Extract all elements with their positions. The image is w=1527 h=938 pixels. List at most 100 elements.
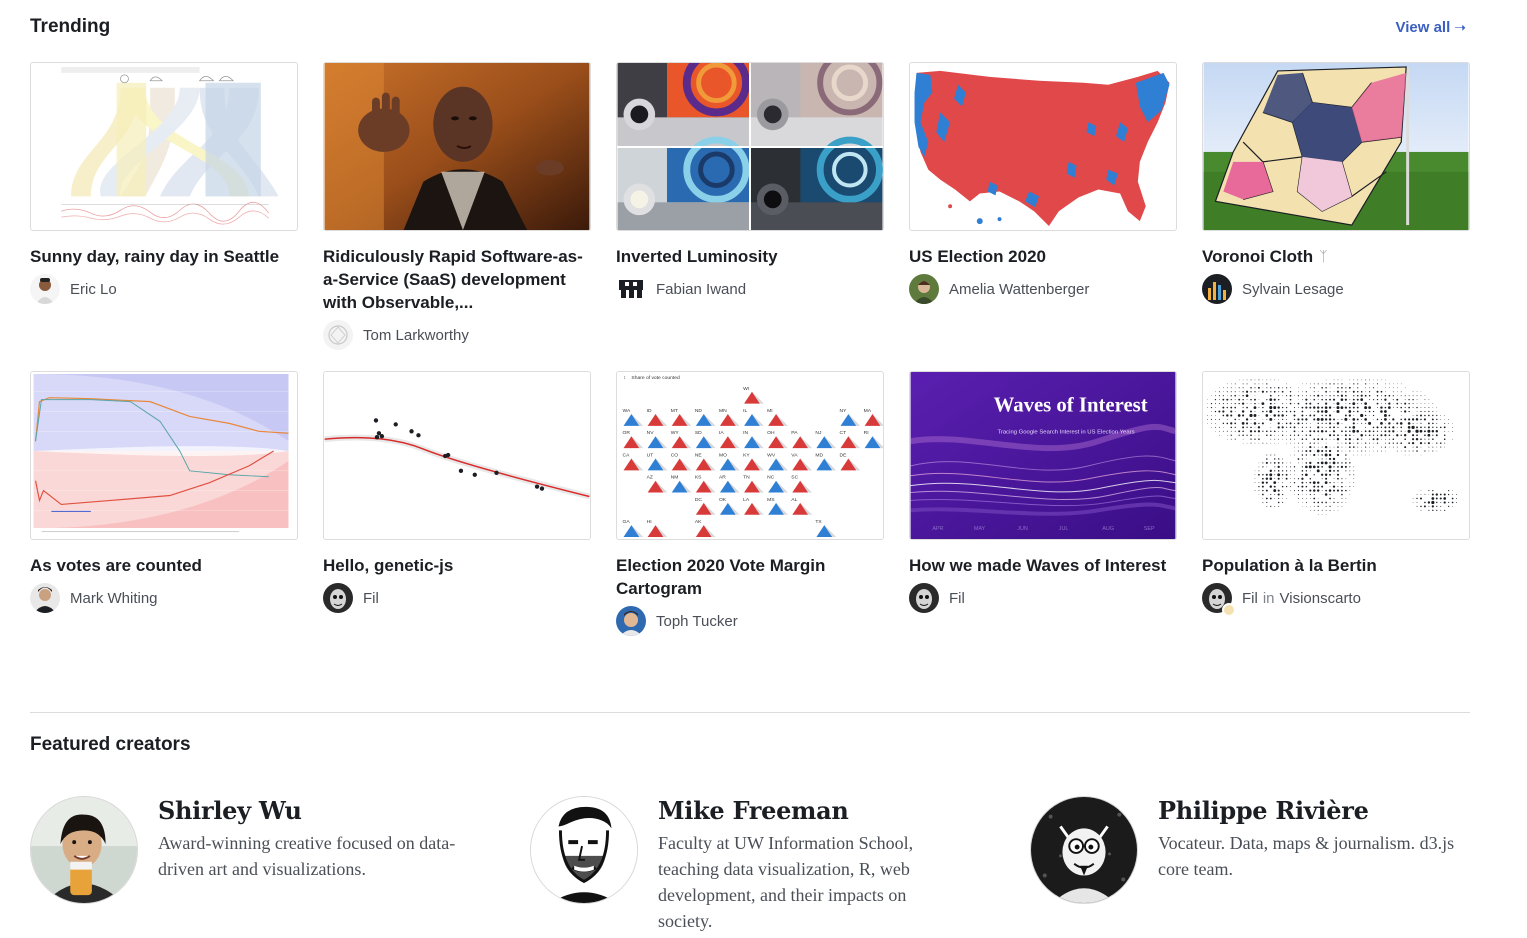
population-dot: [1428, 509, 1430, 511]
population-dot: [1337, 387, 1339, 389]
creator-card[interactable]: Shirley Wu Award-winning creative focuse…: [30, 796, 490, 936]
notebook-title[interactable]: Population à la Bertin: [1202, 554, 1470, 577]
population-dot: [1420, 407, 1422, 408]
population-dot: [1353, 395, 1355, 397]
population-dot: [1273, 462, 1276, 464]
notebook-card[interactable]: Hello, genetic-js Fil: [323, 371, 591, 613]
population-dot: [1254, 411, 1256, 412]
population-dot: [1289, 402, 1292, 405]
notebook-card[interactable]: Inverted Luminosity Fabian Iwand: [616, 62, 884, 304]
population-dot: [1254, 383, 1256, 385]
notebook-card[interactable]: Ridiculously Rapid Software-as-a-Service…: [323, 62, 591, 350]
notebook-title[interactable]: As votes are counted: [30, 554, 298, 577]
view-all-link[interactable]: View all ➝: [1396, 19, 1467, 36]
notebook-card[interactable]: Sunny day, rainy day in Seattle Eric Lo: [30, 62, 298, 304]
population-dot: [1230, 399, 1232, 401]
population-dot: [1261, 485, 1264, 488]
notebook-author[interactable]: Tom Larkworthy: [323, 320, 591, 350]
notebook-card[interactable]: Voronoi Cloth ᛉ Sylvain Lesage: [1202, 62, 1470, 304]
population-dot: [1281, 414, 1284, 417]
population-dot: [1312, 481, 1316, 485]
creator-avatar[interactable]: [530, 796, 638, 904]
notebook-thumbnail[interactable]: ↕ Share of vote counted WIVTNHWAIDMTNDMN…: [616, 371, 884, 540]
notebook-author[interactable]: Fil: [909, 583, 1177, 613]
notebook-title[interactable]: Sunny day, rainy day in Seattle: [30, 245, 298, 268]
population-dot: [1349, 482, 1351, 484]
population-dot: [1356, 398, 1359, 401]
population-dot: [1349, 383, 1351, 385]
notebook-thumbnail[interactable]: [30, 62, 298, 231]
notebook-thumbnail[interactable]: [1202, 371, 1470, 540]
author-name: Amelia Wattenberger: [949, 280, 1090, 298]
notebook-card[interactable]: Population à la Bertin Fil in Visionscar…: [1202, 371, 1470, 617]
notebook-thumbnail[interactable]: [909, 62, 1177, 231]
population-dot: [1254, 418, 1256, 420]
population-dot: [1340, 465, 1344, 469]
notebook-thumbnail[interactable]: [30, 371, 298, 540]
population-dot: [1372, 387, 1375, 389]
notebook-thumbnail[interactable]: Waves of Interest Tracing Google Search …: [909, 371, 1177, 540]
population-dot: [1348, 414, 1351, 417]
cartogram-state-label: DE: [840, 452, 848, 458]
creator-card[interactable]: Philippe Rivière Vocateur. Data, maps & …: [1030, 796, 1490, 936]
population-dot: [1277, 493, 1280, 496]
population-dot: [1321, 466, 1323, 468]
population-dot: [1428, 494, 1430, 495]
creator-name[interactable]: Shirley Wu: [158, 796, 302, 825]
notebook-title[interactable]: Hello, genetic-js: [323, 554, 591, 577]
population-dot: [1242, 379, 1244, 381]
population-dot: [1273, 390, 1276, 393]
notebook-card[interactable]: US Election 2020 Amelia Wattenberger: [909, 62, 1177, 304]
population-dot: [1250, 426, 1252, 429]
notebook-author[interactable]: Sylvain Lesage: [1202, 274, 1470, 304]
creator-avatar[interactable]: [1030, 796, 1138, 904]
notebook-title[interactable]: Ridiculously Rapid Software-as-a-Service…: [323, 245, 591, 314]
population-dot: [1369, 446, 1370, 448]
notebook-author[interactable]: Amelia Wattenberger: [909, 274, 1177, 304]
population-dot: [1313, 453, 1316, 457]
notebook-title[interactable]: Election 2020 Vote Margin Cartogram: [616, 554, 884, 600]
notebook-thumbnail[interactable]: [323, 371, 591, 540]
notebook-author[interactable]: Fil: [323, 583, 591, 613]
creator-name[interactable]: Philippe Rivière: [1158, 796, 1369, 825]
author-org-name[interactable]: Visionscarto: [1280, 590, 1361, 607]
population-dot: [1341, 482, 1343, 484]
population-dot: [1428, 438, 1430, 440]
notebook-title[interactable]: US Election 2020: [909, 245, 1177, 268]
notebook-card[interactable]: Waves of Interest Tracing Google Search …: [909, 371, 1177, 613]
notebook-thumbnail[interactable]: [323, 62, 591, 231]
population-dot: [1325, 470, 1327, 472]
notebook-title[interactable]: Voronoi Cloth ᛉ: [1202, 245, 1470, 268]
population-dot: [1348, 442, 1351, 445]
waves-thumbnail-graphic: Waves of Interest Tracing Google Search …: [910, 372, 1176, 539]
population-dot: [1357, 423, 1359, 424]
population-dot: [1242, 398, 1244, 401]
notebook-title[interactable]: Inverted Luminosity: [616, 245, 884, 268]
notebook-author[interactable]: Eric Lo: [30, 274, 298, 304]
notebook-author[interactable]: Fabian Iwand: [616, 274, 884, 304]
population-dot: [1262, 379, 1264, 381]
creator-avatar[interactable]: [30, 796, 138, 904]
notebook-title[interactable]: How we made Waves of Interest: [909, 554, 1177, 577]
notebook-card[interactable]: ↕ Share of vote counted WIVTNHWAIDMTNDMN…: [616, 371, 884, 636]
population-dot: [1435, 430, 1439, 433]
population-dot: [1234, 422, 1237, 425]
notebook-author[interactable]: Mark Whiting: [30, 583, 298, 613]
notebook-title-text: Sunny day, rainy day in Seattle: [30, 247, 280, 266]
notebook-thumbnail[interactable]: [1202, 62, 1470, 231]
population-dot: [1328, 453, 1332, 457]
creator-card[interactable]: Mike Freeman Faculty at UW Information S…: [530, 796, 990, 936]
notebook-author[interactable]: Toph Tucker: [616, 606, 884, 636]
population-dot: [1301, 466, 1304, 468]
population-dot: [1348, 386, 1351, 389]
author-in-label: in: [1262, 589, 1275, 607]
population-dot: [1306, 446, 1307, 448]
notebook-author[interactable]: Fil in Visionscarto: [1202, 583, 1470, 617]
notebook-card[interactable]: As votes are counted Mark Whiting: [30, 371, 298, 613]
population-dot: [1364, 414, 1367, 417]
creator-name[interactable]: Mike Freeman: [658, 796, 849, 825]
population-dot: [1274, 438, 1276, 440]
notebook-thumbnail[interactable]: [616, 62, 884, 231]
population-dot: [1297, 402, 1300, 405]
population-dot: [1250, 398, 1252, 401]
